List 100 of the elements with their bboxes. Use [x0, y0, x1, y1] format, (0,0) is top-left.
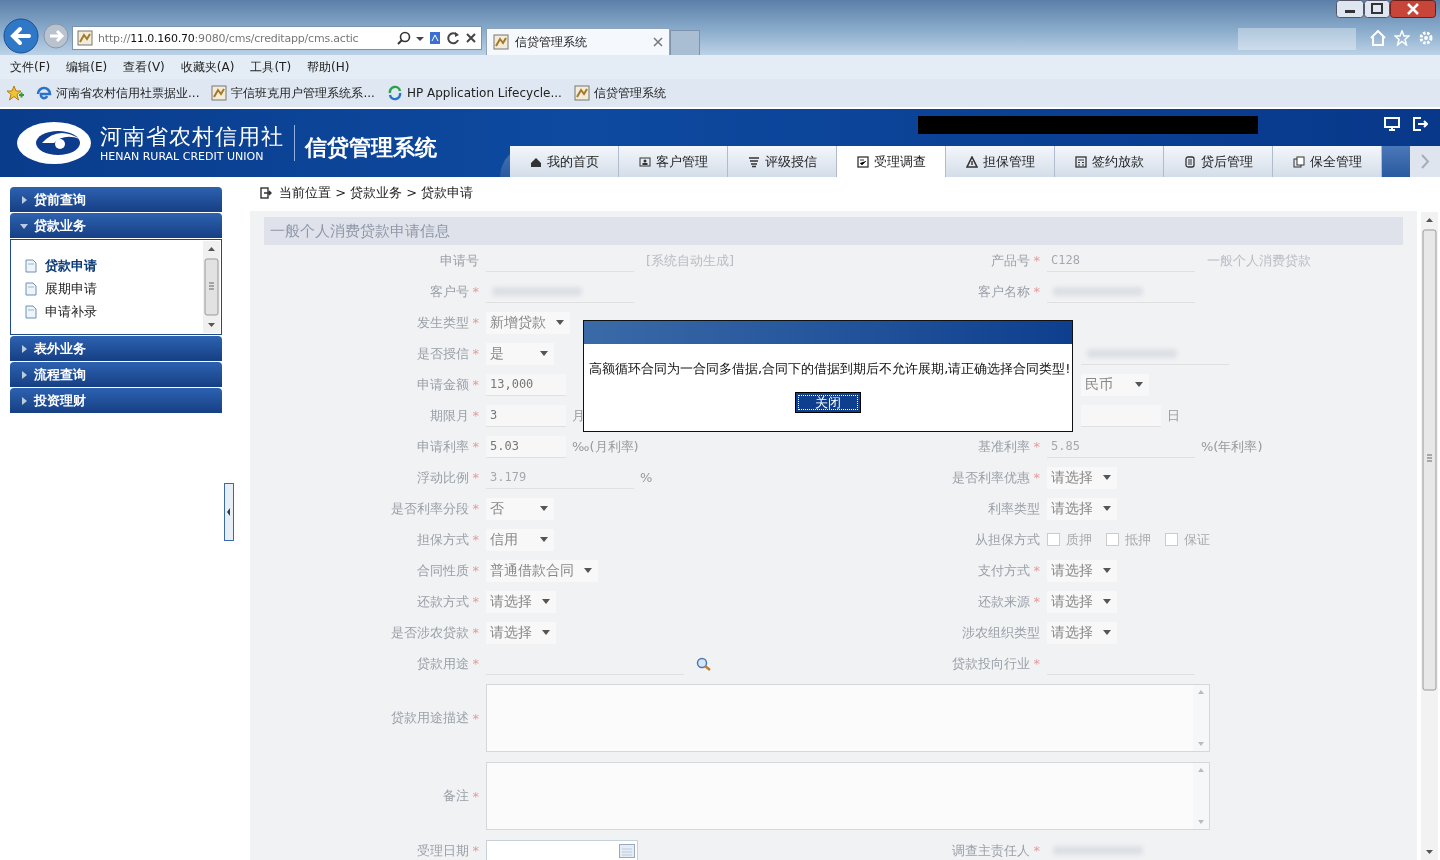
favorites-star-icon[interactable]: [6, 85, 24, 101]
minimize-button[interactable]: [1336, 0, 1364, 18]
sidebar-item[interactable]: 申请补录: [25, 303, 203, 321]
close-button[interactable]: 关闭: [795, 392, 861, 413]
calendar-icon[interactable]: [619, 843, 635, 858]
nav-tab[interactable]: 签约放款: [1055, 146, 1164, 177]
home-icon[interactable]: [1370, 30, 1386, 46]
sidebar-group[interactable]: 流程查询: [10, 362, 222, 387]
compatibility-icon[interactable]: [429, 31, 441, 45]
nav-tab[interactable]: 受理调查: [837, 146, 946, 177]
checkbox-label: 抵押: [1125, 530, 1151, 549]
required-mark: *: [472, 788, 479, 804]
sidebar-item[interactable]: 贷款申请: [25, 257, 203, 275]
menu-item[interactable]: 收藏夹(A): [180, 58, 235, 76]
text-area[interactable]: [486, 684, 1210, 752]
scrollbar[interactable]: [203, 241, 220, 333]
input-field[interactable]: 3: [486, 404, 566, 427]
sidebar-group[interactable]: 投资理财: [10, 388, 222, 413]
search-box[interactable]: [1238, 28, 1356, 50]
input-field[interactable]: 13,000: [486, 373, 566, 396]
nav-tab[interactable]: 贷后管理: [1164, 146, 1273, 177]
sidebar-group[interactable]: 表外业务: [10, 336, 222, 361]
address-bar[interactable]: http://11.0.160.70:9080/cms/creditapp/cms.actic: [72, 26, 482, 50]
date-field[interactable]: [486, 839, 638, 860]
dropdown[interactable]: 信用: [486, 528, 554, 551]
field-label: 支付方式: [977, 561, 1030, 580]
calculator-icon: [1074, 155, 1087, 168]
monitor-icon[interactable]: [1384, 117, 1400, 131]
page-icon: [493, 34, 509, 50]
checkbox-label: 保证: [1184, 530, 1210, 549]
field-label: 是否涉农贷款: [390, 623, 469, 642]
text-area[interactable]: [486, 762, 1210, 830]
dropdown[interactable]: 否: [486, 497, 554, 520]
document-icon: [1183, 155, 1196, 168]
dropdown[interactable]: 请选择: [1047, 497, 1117, 520]
menu-item[interactable]: 工具(T): [250, 58, 292, 76]
favorite-link[interactable]: 宇信班克用户管理系统系...: [211, 84, 375, 102]
menu-item[interactable]: 文件(F): [10, 58, 51, 76]
menu-item[interactable]: 帮助(H): [307, 58, 350, 76]
field-label: 基准利率: [977, 437, 1030, 456]
back-button[interactable]: [2, 17, 40, 55]
nav-tab[interactable]: 客户管理: [619, 146, 728, 177]
unit-label: ‰(月利率): [572, 437, 639, 456]
menu-item[interactable]: 查看(V): [123, 58, 165, 76]
field-label: 调查主责任人: [951, 841, 1030, 860]
field-label: 申请号: [440, 251, 479, 270]
required-mark: *: [472, 656, 479, 671]
field-label: 期限月: [429, 406, 469, 425]
star-icon[interactable]: [1394, 30, 1410, 46]
dropdown[interactable]: 请选择: [1047, 590, 1117, 613]
page-icon: [211, 85, 228, 101]
sidebar-group[interactable]: 贷前查询: [10, 187, 222, 212]
checkbox[interactable]: [1106, 533, 1119, 546]
nav-tab[interactable]: 保全管理: [1273, 146, 1382, 177]
menu-item[interactable]: 编辑(E): [66, 58, 108, 76]
sidebar-group[interactable]: 贷款业务: [10, 213, 222, 238]
required-mark: *: [472, 501, 479, 516]
checkbox[interactable]: [1165, 533, 1178, 546]
required-mark: *: [472, 377, 479, 392]
dropdown[interactable]: 请选择: [486, 590, 556, 613]
search-icon[interactable]: [397, 31, 411, 45]
contact-card-icon: [638, 155, 651, 168]
unit-label: 月: [572, 406, 585, 425]
settings-icon[interactable]: [1418, 30, 1434, 46]
refresh-icon[interactable]: [446, 31, 460, 45]
close-button[interactable]: [1390, 0, 1436, 18]
scroll-right-button[interactable]: [1410, 146, 1440, 177]
swirl-icon: [386, 85, 403, 101]
caret-icon: [584, 568, 592, 573]
dropdown[interactable]: 请选择: [1047, 466, 1117, 489]
required-mark: *: [472, 439, 479, 454]
nav-tab[interactable]: 评级授信: [728, 146, 837, 177]
caret-right-icon: [20, 195, 28, 204]
nav-tab[interactable]: 我的首页: [510, 146, 619, 177]
close-icon[interactable]: [653, 37, 663, 47]
field-label: 还款方式: [416, 592, 469, 611]
new-tab-button[interactable]: [670, 30, 700, 55]
dropdown[interactable]: 请选择: [486, 621, 556, 644]
browser-tab[interactable]: 信贷管理系统: [486, 28, 670, 55]
input-field[interactable]: 5.03: [486, 435, 566, 458]
forward-button[interactable]: [42, 22, 70, 50]
maximize-button[interactable]: [1364, 0, 1390, 18]
home-icon: [529, 155, 542, 168]
dropdown[interactable]: 请选择: [1047, 559, 1117, 582]
checkbox[interactable]: [1047, 533, 1060, 546]
collapse-handle[interactable]: [224, 483, 234, 541]
favorite-link[interactable]: 信贷管理系统: [573, 84, 666, 102]
caret-icon: [1103, 568, 1111, 573]
favorite-link[interactable]: 河南省农村信用社票据业...: [36, 84, 200, 102]
required-mark: *: [1033, 656, 1040, 671]
scrollbar[interactable]: [1421, 212, 1438, 860]
field-label: 客户号: [429, 282, 469, 301]
dropdown[interactable]: 新增贷款: [486, 311, 570, 334]
close-icon[interactable]: [465, 32, 477, 44]
dropdown[interactable]: 请选择: [1047, 621, 1117, 644]
logout-icon[interactable]: [1412, 117, 1428, 131]
nav-tab[interactable]: 担保管理: [946, 146, 1055, 177]
caret-icon: [1103, 506, 1111, 511]
favorite-link[interactable]: HP Application Lifecycle...: [386, 85, 562, 101]
sidebar-item[interactable]: 展期申请: [25, 280, 203, 298]
